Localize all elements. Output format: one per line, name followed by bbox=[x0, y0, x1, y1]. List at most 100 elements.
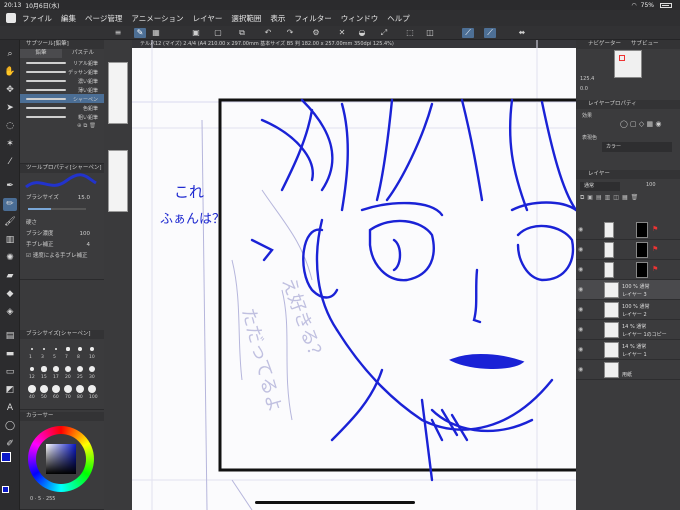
eye-icon[interactable]: ◉ bbox=[578, 286, 583, 293]
page-thumbnail[interactable] bbox=[108, 150, 128, 212]
menu-window[interactable]: ウィンドウ bbox=[341, 13, 379, 24]
fill-icon[interactable]: ◒ bbox=[356, 28, 368, 38]
pen-mode-icon[interactable]: ✎ bbox=[134, 28, 146, 38]
navigator-angle[interactable]: 0.0 bbox=[580, 86, 588, 92]
brush-size-dot[interactable] bbox=[28, 385, 36, 393]
main-color-small-swatch[interactable] bbox=[2, 486, 9, 493]
clear-icon[interactable]: ✕ bbox=[336, 28, 348, 38]
brush-item[interactable]: 粗い鉛筆 bbox=[20, 112, 104, 121]
copy-icon[interactable]: ⧉ bbox=[236, 28, 248, 38]
redo-icon[interactable]: ↷ bbox=[284, 28, 296, 38]
hand-tool-icon[interactable]: ✋ bbox=[3, 66, 17, 79]
eye-icon[interactable]: ◉ bbox=[578, 246, 583, 253]
move-tool-icon[interactable]: ✥ bbox=[3, 84, 17, 97]
layer-row[interactable]: ◉ 100 % 通常 レイヤー 3 bbox=[576, 280, 680, 300]
pencil-tool-icon[interactable]: ✏ bbox=[3, 198, 17, 211]
subtool-tab-pastel[interactable]: パステル bbox=[62, 49, 104, 58]
menu-page[interactable]: ページ管理 bbox=[85, 13, 122, 24]
brush-size-dot[interactable] bbox=[42, 347, 46, 351]
navigator-tab[interactable]: ナビゲーター bbox=[588, 40, 621, 49]
brush-size-dot[interactable] bbox=[76, 385, 84, 393]
expression-select[interactable]: カラー bbox=[602, 142, 672, 152]
brush-size-dot[interactable] bbox=[88, 385, 96, 393]
brush-size-dot[interactable] bbox=[64, 365, 72, 373]
snap-icon[interactable]: ⟋ bbox=[484, 28, 496, 38]
brush-size-dot[interactable] bbox=[76, 365, 84, 373]
align-icon[interactable]: ⬌ bbox=[516, 28, 528, 38]
eye-icon[interactable]: ◉ bbox=[578, 266, 583, 273]
drawing-canvas[interactable]: え好きる？ ただってるよ これ ふぁんは？ bbox=[132, 40, 576, 510]
brush-size-dot[interactable] bbox=[41, 366, 47, 372]
stabilization-row[interactable]: 手ブレ補正 4 bbox=[20, 240, 104, 251]
undo-icon[interactable]: ↶ bbox=[262, 28, 274, 38]
layer-row[interactable]: ◉ 14 % 通常 レイヤー 1 bbox=[576, 340, 680, 360]
menu-help[interactable]: ヘルプ bbox=[387, 13, 410, 24]
layer-opacity[interactable]: 100 bbox=[646, 182, 656, 188]
operation-tool-icon[interactable]: ➤ bbox=[3, 102, 17, 115]
brush-size-dot[interactable] bbox=[88, 365, 96, 373]
brush-size-dot[interactable] bbox=[89, 346, 95, 352]
subview-tab[interactable]: サブビュー bbox=[631, 40, 659, 49]
hardness-row[interactable]: 硬さ bbox=[20, 218, 104, 229]
effect-icons[interactable]: ◯ ▢ ◇ ▦ ◉ bbox=[620, 120, 661, 128]
save-icon[interactable]: ▣ bbox=[190, 28, 202, 38]
brush-item[interactable]: 色鉛筆 bbox=[20, 103, 104, 112]
eye-icon[interactable]: ◉ bbox=[578, 226, 583, 233]
subtool-tab-pencil[interactable]: 鉛筆 bbox=[20, 49, 62, 58]
brush-size-dot[interactable] bbox=[66, 347, 70, 351]
main-color-swatch[interactable] bbox=[1, 452, 11, 462]
eye-icon[interactable]: ◉ bbox=[578, 346, 583, 353]
eye-icon[interactable]: ◉ bbox=[578, 306, 583, 313]
color-square[interactable] bbox=[46, 444, 76, 474]
zoom-tool-icon[interactable]: ⌕ bbox=[3, 48, 17, 61]
layer-row[interactable]: ◉ 100 % 通常 レイヤー 2 bbox=[576, 300, 680, 320]
brush-size-dot[interactable] bbox=[78, 347, 82, 351]
app-logo-icon[interactable] bbox=[6, 13, 16, 23]
decoration-tool-icon[interactable]: ✺ bbox=[3, 252, 17, 265]
wand-tool-icon[interactable]: ✶ bbox=[3, 138, 17, 151]
brush-item[interactable]: 濃い鉛筆 bbox=[20, 76, 104, 85]
lasso-tool-icon[interactable]: ◌ bbox=[3, 120, 17, 133]
navigator-zoom[interactable]: 125.4 bbox=[580, 76, 594, 82]
layer-toolbar[interactable]: ⧉▣▤▥◫▦🗑 bbox=[580, 194, 641, 202]
fill-tool-icon[interactable]: ◈ bbox=[3, 306, 17, 319]
layer-row[interactable]: ◉ ⚑ bbox=[576, 260, 680, 280]
airbrush-tool-icon[interactable]: ▥ bbox=[3, 234, 17, 247]
grid-icon[interactable]: ▦ bbox=[150, 28, 162, 38]
layer-row[interactable]: ◉ 用紙 bbox=[576, 360, 680, 380]
menu-file[interactable]: ファイル bbox=[22, 13, 52, 24]
layer-row[interactable]: ◉ ⚑ bbox=[576, 240, 680, 260]
menu-selection[interactable]: 選択範囲 bbox=[231, 13, 261, 24]
brush-size-dot[interactable] bbox=[54, 347, 58, 351]
eye-icon[interactable]: ◉ bbox=[578, 326, 583, 333]
brush-item-selected[interactable]: シャーペン bbox=[20, 94, 104, 103]
brush-size-dot[interactable] bbox=[52, 385, 60, 393]
brush-tool-icon[interactable]: 🖌 bbox=[3, 216, 17, 229]
transform-icon[interactable]: ⤢ bbox=[378, 28, 390, 38]
balloon-tool-icon[interactable]: ◯ bbox=[3, 420, 17, 433]
eraser-tool-icon[interactable]: ▰ bbox=[3, 270, 17, 283]
ruler-icon[interactable]: ⟋ bbox=[462, 28, 474, 38]
menu-layer[interactable]: レイヤー bbox=[193, 13, 223, 24]
brush-size-row[interactable]: ブラシサイズ 15.0 bbox=[20, 193, 104, 204]
figure-tool-icon[interactable]: ▬ bbox=[3, 348, 17, 361]
brush-item[interactable]: 薄い鉛筆 bbox=[20, 85, 104, 94]
canvas-area[interactable]: テルバ12 (マイズ) 2.4/4 (A4 210.00 x 297.00mm … bbox=[132, 40, 576, 510]
brush-size-dot[interactable] bbox=[64, 385, 72, 393]
brush-size-dot[interactable] bbox=[40, 385, 48, 393]
correct-line-tool-icon[interactable]: ✐ bbox=[3, 438, 17, 451]
brush-size-value[interactable]: 15.0 bbox=[78, 193, 90, 204]
layer-row[interactable]: ◉ 14 % 通常 レイヤー 1のコピー bbox=[576, 320, 680, 340]
layer-row[interactable]: ◉ ⚑ bbox=[576, 220, 680, 240]
navigator-preview[interactable] bbox=[614, 50, 642, 78]
hamburger-menu-icon[interactable]: ≡ bbox=[112, 28, 124, 38]
frame-tool-icon[interactable]: ▭ bbox=[3, 366, 17, 379]
menu-animation[interactable]: アニメーション bbox=[131, 13, 183, 24]
eyedropper-tool-icon[interactable]: ⁄ bbox=[3, 156, 17, 169]
pen-tool-icon[interactable]: ✒ bbox=[3, 180, 17, 193]
settings-icon[interactable]: ⚙ bbox=[310, 28, 322, 38]
brush-size-dot[interactable] bbox=[31, 348, 33, 350]
menu-view[interactable]: 表示 bbox=[270, 13, 285, 24]
brush-item[interactable]: リアル鉛筆 bbox=[20, 58, 104, 67]
invert-icon[interactable]: ◫ bbox=[424, 28, 436, 38]
